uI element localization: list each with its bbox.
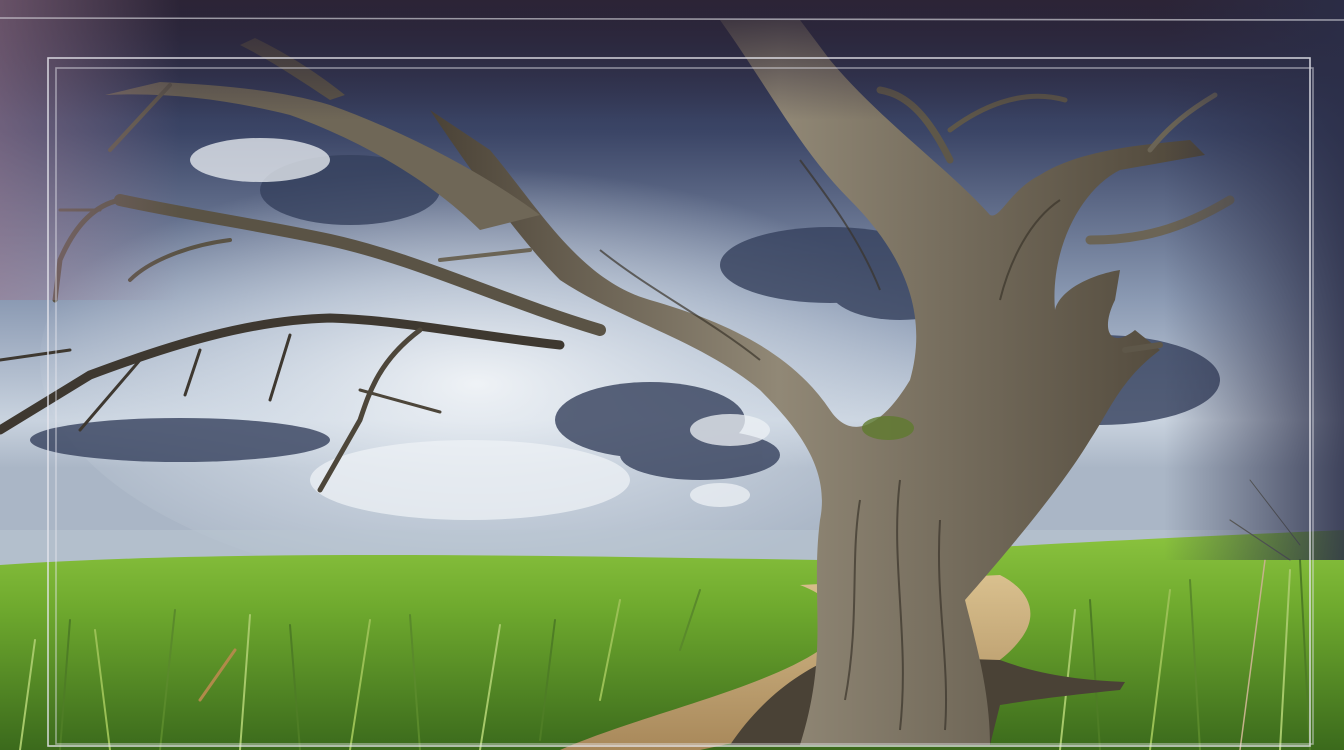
left-vignette (0, 0, 180, 300)
moss-patch (862, 416, 914, 440)
right-vignette (1164, 0, 1344, 560)
tree-landscape-image (0, 0, 1344, 750)
